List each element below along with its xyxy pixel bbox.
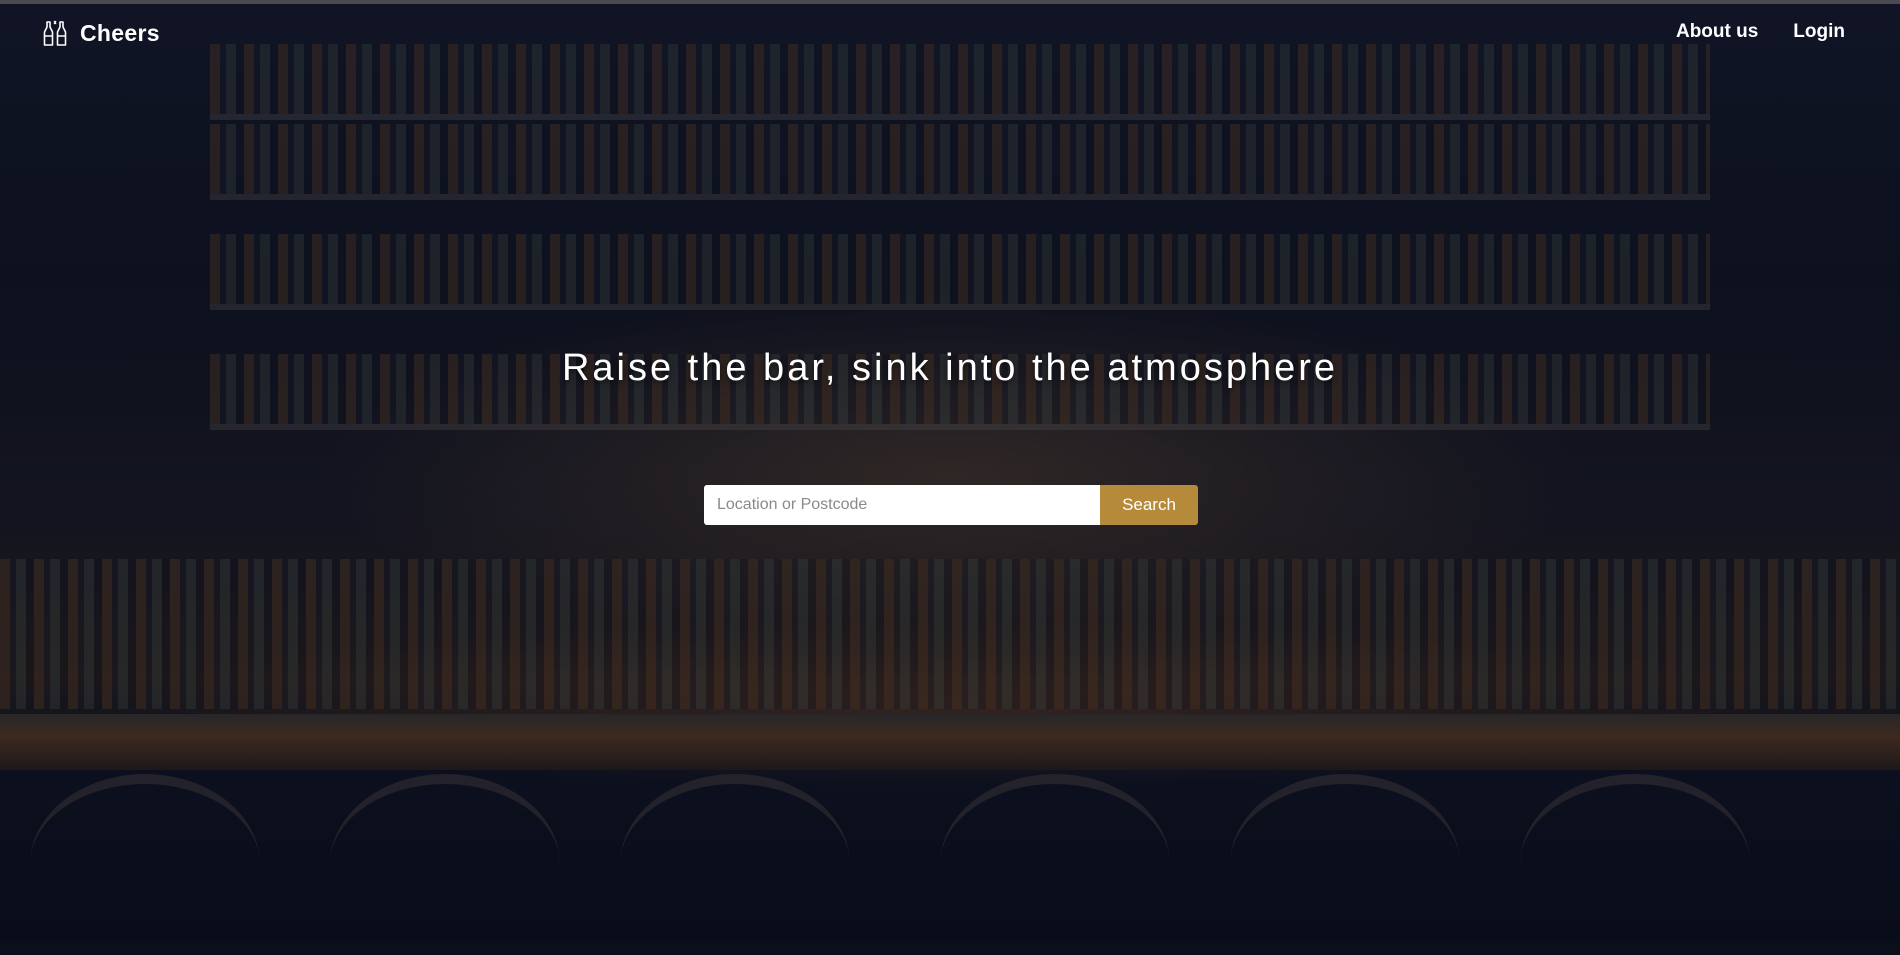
location-search-input[interactable] (704, 485, 1100, 525)
location-search-form: Search (704, 485, 1198, 525)
brand-name: Cheers (80, 19, 160, 46)
beer-bottles-icon (40, 18, 70, 48)
search-button[interactable]: Search (1100, 485, 1198, 525)
top-navbar: Cheers About us Login (0, 4, 1900, 60)
nav-link-about-us[interactable]: About us (1676, 21, 1758, 43)
hero-overlay (0, 4, 1900, 941)
brand-home-link[interactable]: Cheers (40, 18, 160, 48)
hero-headline: Raise the bar, sink into the atmosphere (561, 347, 1339, 390)
nav-link-login[interactable]: Login (1793, 21, 1845, 43)
nav-links: About us Login (1676, 21, 1845, 43)
